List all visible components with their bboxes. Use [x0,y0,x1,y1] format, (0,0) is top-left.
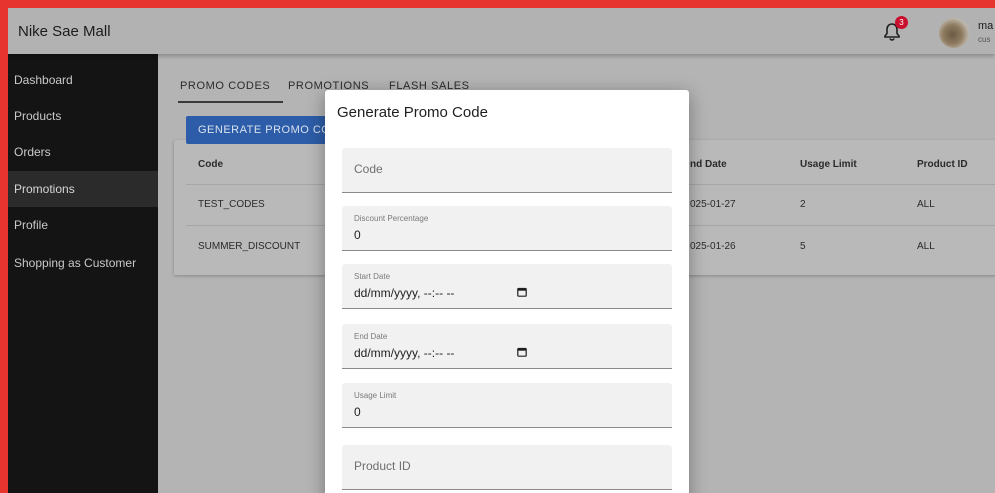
calendar-icon[interactable] [517,287,527,297]
user-role: cus [978,35,991,44]
usage-limit-label: Usage Limit [354,391,397,400]
active-tab-indicator [178,101,283,103]
end-date-field[interactable]: End Date dd/mm/yyyy, --:-- -- [342,324,672,369]
discount-percentage-label: Discount Percentage [354,214,429,223]
generate-promo-code-button[interactable]: GENERATE PROMO CO [186,116,336,144]
end-date-label: End Date [354,332,388,341]
notification-count-badge: 3 [895,16,908,29]
start-date-label: Start Date [354,272,391,281]
column-header-code: Code [198,159,223,170]
sidebar-item-products[interactable]: Products [8,98,158,134]
start-date-value: dd/mm/yyyy, --:-- -- [354,286,455,300]
sidebar-item-shopping-as-customer[interactable]: Shopping as Customer [8,245,158,281]
generate-promo-code-dialog: Generate Promo Code Code Discount Percen… [325,90,689,493]
table-cell-code: TEST_CODES [198,199,265,210]
sidebar-item-dashboard[interactable]: Dashboard [8,62,158,98]
dialog-title: Generate Promo Code [337,104,488,121]
start-date-field[interactable]: Start Date dd/mm/yyyy, --:-- -- [342,264,672,309]
sidebar-item-profile[interactable]: Profile [8,207,158,243]
user-name: ma [978,20,994,32]
app-title: Nike Sae Mall [18,23,111,40]
product-id-placeholder: Product ID [354,459,411,473]
usage-limit-field[interactable]: Usage Limit 0 [342,383,672,428]
table-cell-product-id: ALL [917,241,935,252]
sidebar-item-orders[interactable]: Orders [8,134,158,170]
column-header-usage-limit: Usage Limit [800,159,857,170]
sidebar-item-promotions[interactable]: Promotions [8,171,158,207]
table-cell-end-date: 025-01-27 [690,199,736,210]
calendar-icon[interactable] [517,347,527,357]
table-cell-end-date: 025-01-26 [690,241,736,252]
table-cell-usage-limit: 2 [800,199,806,210]
usage-limit-value: 0 [354,405,361,419]
product-id-field[interactable]: Product ID [342,445,672,490]
app-window: Nike Sae Mall 3 ma cus Dashboard Product… [8,8,995,493]
user-avatar[interactable] [939,18,969,48]
discount-percentage-value: 0 [354,228,361,242]
table-cell-usage-limit: 5 [800,241,806,252]
table-cell-code: SUMMER_DISCOUNT [198,241,301,252]
column-header-end-date: nd Date [690,159,727,170]
tab-promo-codes[interactable]: PROMO CODES [180,80,270,92]
discount-percentage-field[interactable]: Discount Percentage 0 [342,206,672,251]
code-field-placeholder: Code [354,162,383,176]
sidebar-nav: Dashboard Products Orders Promotions Pro… [8,54,158,493]
top-app-bar: Nike Sae Mall 3 ma cus [8,8,995,54]
code-field[interactable]: Code [342,148,672,193]
end-date-value: dd/mm/yyyy, --:-- -- [354,346,455,360]
column-header-product-id: Product ID [917,159,968,170]
table-cell-product-id: ALL [917,199,935,210]
